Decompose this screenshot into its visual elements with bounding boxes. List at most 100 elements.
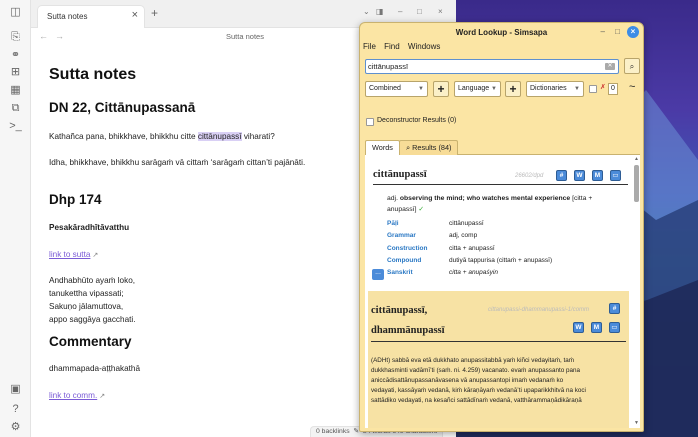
vault-icon[interactable]: ▣ [9, 383, 22, 396]
entry-body-line: (ADHt) sabbā eva etā dukkhato anupassita… [371, 357, 575, 364]
entry-word: cittānupassī [373, 169, 427, 180]
search-mode-select[interactable]: Combined ▼ [365, 81, 428, 97]
result-spinbox[interactable]: 0 [608, 83, 618, 95]
maximize-icon[interactable]: □ [615, 27, 620, 36]
m-button[interactable]: M [591, 322, 602, 333]
verse-line-3: Sakuṇo jālamuttova, [49, 302, 124, 311]
word-results-panel[interactable]: cittānupassī 26602/dpd # W M ▭ adj. obse… [365, 155, 640, 428]
entry-word-line2: dhammānupassī [371, 325, 445, 336]
menu-windows[interactable]: Windows [408, 42, 440, 51]
sidebar-toggle-icon[interactable]: ◫ [9, 6, 22, 19]
row-sanskrit-value: citta + anupaśyin [449, 269, 498, 276]
scroll-thumb[interactable] [634, 165, 639, 202]
search-box[interactable]: ✕ [365, 59, 619, 74]
row-grammar-key: Grammar [387, 232, 416, 239]
scroll-down-icon: ▼ [634, 420, 639, 426]
highlighted-word: cittānupassī [197, 132, 242, 141]
heading-dn22: DN 22, Cittānupassanā [49, 100, 196, 115]
menu-find[interactable]: Find [384, 42, 400, 51]
entry-body-line: dukkhasminti vadāmī’ti (saṁ. ni. 4.259) … [371, 367, 580, 374]
back-icon[interactable]: ← [39, 31, 48, 41]
entry-word-line1: cittānupassī, [371, 305, 428, 316]
copy-icon[interactable]: ⧉ [9, 102, 22, 115]
entry-source: 26602/dpd [515, 173, 544, 179]
settings-icon[interactable]: ⚙ [9, 421, 22, 434]
files-icon[interactable]: ⎘ [9, 31, 22, 44]
w-button[interactable]: W [574, 170, 585, 181]
row-construction-value: citta + anupassī [449, 245, 495, 252]
row-grammar-value: adj, comp [449, 232, 478, 239]
entry-body-line: aniccādisattānupassanāvasena vā anupassa… [371, 377, 564, 384]
add-dictionary-button[interactable]: + [505, 81, 521, 97]
scroll-up-icon: ▲ [634, 156, 639, 162]
dict-entry-cittanupassi: cittānupassī 26602/dpd # W M ▭ adj. obse… [367, 157, 629, 289]
maximize-icon[interactable]: □ [417, 7, 422, 16]
page-title: Sutta notes [49, 66, 137, 83]
dict-entry-cittanupassi-dhammanupassi: cittānupassī, dhammānupassī cittanupassi… [368, 291, 629, 428]
pin-icon[interactable]: ✗ [600, 83, 606, 91]
entry-divider [371, 341, 626, 342]
more-button[interactable]: ... [372, 269, 384, 280]
entry-gloss: adj. observing the mind; who watches men… [387, 195, 593, 202]
heading-dhp174: Dhp 174 [49, 192, 102, 207]
copy-button[interactable]: ▭ [609, 322, 620, 333]
search-button[interactable]: ⌕ [624, 58, 640, 74]
copy-button[interactable]: ▭ [610, 170, 621, 181]
status-backlinks[interactable]: 0 backlinks [316, 428, 350, 435]
deconstructor-label: Deconstructor Results (0) [377, 117, 457, 124]
entry-gloss-line2: anupassī] ✓ [387, 206, 425, 213]
search-input[interactable] [368, 60, 598, 73]
minimize-icon[interactable]: – [601, 27, 605, 36]
results-tabs: Words ⌕ Results (84) [365, 140, 640, 155]
language-select[interactable]: Language ▼ [454, 81, 501, 97]
tab-results[interactable]: ⌕ Results (84) [399, 140, 459, 155]
dictionaries-select[interactable]: Dictionaries ▼ [526, 81, 584, 97]
fuzzy-icon[interactable]: ~ [629, 81, 635, 93]
deconstructor-checkbox[interactable] [366, 118, 374, 126]
clear-icon[interactable]: ✕ [605, 63, 615, 70]
chevron-down-icon[interactable]: ⌄ [363, 7, 370, 16]
paragraph-2: Idha, bhikkhave, bhikkhu sarāgaṁ vā citt… [49, 158, 306, 167]
entry-body-line: sattādiko vedayati, na kesañci sattādīna… [371, 397, 582, 404]
row-pali-key: Pāḷi [387, 220, 399, 227]
forward-icon[interactable]: → [55, 31, 64, 41]
link-to-comm[interactable]: link to comm. ↗ [49, 391, 105, 400]
link-to-sutta[interactable]: link to sutta ↗ [49, 250, 98, 259]
search-icon: ⌕ [406, 143, 411, 152]
dhammapada-text: dhammapada-aṭṭhakathā [49, 364, 141, 373]
graph-icon[interactable]: ⚭ [9, 49, 22, 62]
hash-button[interactable]: # [556, 170, 567, 181]
m-button[interactable]: M [592, 170, 603, 181]
menu-file[interactable]: File [363, 42, 376, 51]
add-language-button[interactable]: + [433, 81, 449, 97]
search-icon: ⌕ [629, 62, 635, 71]
filter-controls: Combined ▼ + Language ▼ + Dictionaries ▼ ✗ … [365, 81, 643, 97]
minimize-icon[interactable]: – [398, 7, 402, 16]
entry-body-line: vedayati, kassāyaṁ vedanā, kiṁ kāraṇāyaṁ… [371, 387, 586, 394]
tab-sutta-notes[interactable]: Sutta notes × [37, 5, 145, 28]
left-ribbon: ◫ ⎘ ⚭ ⊞ ▦ ⧉ >_ ▣ ? ⚙ [0, 0, 31, 437]
tab-close-icon[interactable]: × [132, 9, 138, 21]
close-icon[interactable]: × [438, 7, 443, 16]
pesakara-title: Pesakāradhītāvatthu [49, 223, 130, 232]
chevron-down-icon: ▼ [418, 86, 424, 92]
note-header-title[interactable]: Sutta notes [226, 32, 264, 41]
layout-icon[interactable]: ◨ [376, 7, 384, 16]
menu-bar: File Find Windows [363, 42, 446, 54]
tab-bar: Sutta notes × + [31, 0, 361, 28]
new-tab-icon[interactable]: + [151, 6, 158, 20]
canvas-icon[interactable]: ⊞ [9, 66, 22, 79]
hash-button[interactable]: # [609, 303, 620, 314]
verse-line-4: appo saggāya gacchati. [49, 315, 136, 324]
tab-words[interactable]: Words [365, 140, 400, 155]
terminal-icon[interactable]: >_ [9, 120, 22, 133]
results-scrollbar[interactable]: ▲ ▼ [634, 156, 639, 426]
w-button[interactable]: W [573, 322, 584, 333]
filter-checkbox[interactable] [589, 85, 597, 93]
verse-line-1: Andhabhūto ayaṁ loko, [49, 276, 136, 285]
help-icon[interactable]: ? [9, 403, 22, 416]
close-icon[interactable]: × [627, 26, 639, 38]
paragraph-1: Kathañca pana, bhikkhave, bhikkhu citte … [49, 132, 275, 141]
external-link-icon: ↗ [99, 393, 106, 400]
calendar-icon[interactable]: ▦ [9, 84, 22, 97]
